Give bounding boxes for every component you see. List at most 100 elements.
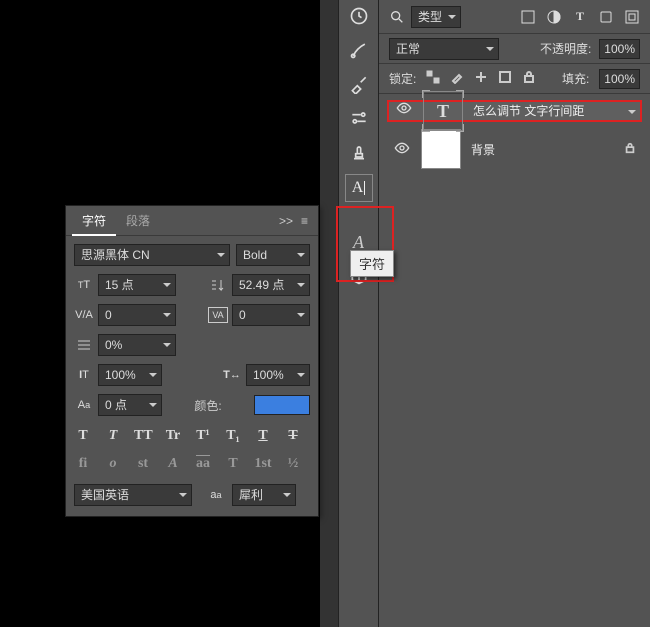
baseline-shift-input[interactable]: 0 点 [98, 394, 162, 416]
font-size-select[interactable]: 15 点 [98, 274, 176, 296]
leading-value: 52.49 点 [239, 278, 284, 292]
layer-text[interactable]: T 怎么调节 文字行间距 [387, 100, 642, 122]
baseline-shift-value: 0 点 [105, 398, 127, 412]
adjustments-icon[interactable] [347, 106, 371, 130]
leading-select[interactable]: 52.49 点 [232, 274, 310, 296]
ligature-fi-button[interactable]: fi [74, 456, 92, 472]
character-panel-icon[interactable]: A [345, 174, 373, 202]
strike-button[interactable]: T [284, 428, 302, 444]
language-value: 美国英语 [81, 488, 129, 502]
layer-name[interactable]: 怎么调节 文字行间距 [473, 101, 584, 121]
fill-value[interactable]: 100% [599, 69, 640, 89]
lock-paint-icon[interactable] [450, 70, 464, 87]
visibility-toggle[interactable] [395, 100, 413, 122]
stamp-icon[interactable] [347, 140, 371, 164]
filter-type-label: 类型 [418, 10, 442, 24]
layer-thumbnail: T [423, 91, 463, 131]
tab-paragraph[interactable]: 段落 [116, 206, 160, 236]
font-style-value: Bold [243, 248, 267, 262]
layer-thumbnail [421, 129, 461, 169]
kerning-value: 0 [105, 308, 112, 322]
brush-presets-icon[interactable] [347, 38, 371, 62]
hscale-input[interactable]: 100% [246, 364, 310, 386]
text-format-row-2: fi o st A aa T 1st ½ [74, 452, 310, 472]
filter-type-icon[interactable]: T [572, 9, 588, 25]
lock-artboard-icon[interactable] [498, 70, 512, 87]
blend-row: 正常 不透明度: 100% [379, 34, 650, 64]
filter-pixel-icon[interactable] [520, 9, 536, 25]
layers-list: T 怎么调节 文字行间距 背景 [379, 94, 650, 182]
font-style-select[interactable]: Bold [236, 244, 310, 266]
tooltip: 字符 [350, 250, 394, 277]
tracking-value: 0 [239, 308, 246, 322]
baseline-pct-value: 0% [105, 338, 122, 352]
search-icon[interactable] [389, 9, 405, 25]
layer-filter-row: 类型 T [379, 0, 650, 34]
opacity-value[interactable]: 100% [599, 39, 640, 59]
color-label: 颜色: [194, 397, 221, 414]
fraction-button[interactable]: ½ [284, 456, 302, 472]
brush-icon[interactable] [347, 72, 371, 96]
filter-shape-icon[interactable] [598, 9, 614, 25]
canvas-border [320, 0, 338, 627]
history-icon[interactable] [347, 4, 371, 28]
lock-transparent-icon[interactable] [426, 70, 440, 87]
smallcaps-button[interactable]: Tr [164, 428, 182, 444]
vscale-input[interactable]: 100% [98, 364, 162, 386]
titling-button[interactable]: T [224, 456, 242, 472]
underline-button[interactable]: T [254, 428, 272, 444]
tracking-icon: VA [208, 307, 228, 323]
language-select[interactable]: 美国英语 [74, 484, 192, 506]
color-swatch[interactable] [254, 395, 310, 415]
character-panel-tabs: 字符 段落 >> ≡ [66, 206, 318, 236]
lock-label: 锁定: [389, 70, 416, 87]
superscript-button[interactable]: T¹ [194, 428, 212, 444]
baseline-pct-icon [74, 337, 94, 353]
lock-row: 锁定: 填充: 100% [379, 64, 650, 94]
layers-panel: 类型 T 正常 不透明度: 100% 锁定: 填充: 100% T [378, 0, 650, 627]
swash-button[interactable]: A [164, 456, 182, 472]
ligature-st-button[interactable]: st [134, 456, 152, 472]
stylistic-alt-button[interactable]: aa [194, 456, 212, 472]
lock-indicator-icon[interactable] [624, 142, 636, 157]
aa-icon: aa [206, 487, 226, 503]
ordinals-button[interactable]: o [104, 456, 122, 472]
visibility-toggle[interactable] [393, 140, 411, 159]
leading-icon [208, 277, 228, 293]
layer-name[interactable]: 背景 [471, 141, 495, 158]
filter-type-icons: T [520, 9, 640, 25]
antialias-value: 犀利 [239, 488, 263, 502]
kerning-icon: V/A [74, 307, 94, 323]
font-family-select[interactable]: 思源黑体 CN [74, 244, 230, 266]
font-size-icon: TT [74, 277, 94, 293]
antialias-select[interactable]: 犀利 [232, 484, 296, 506]
kerning-select[interactable]: 0 [98, 304, 176, 326]
faux-bold-button[interactable]: T [74, 428, 92, 444]
blend-mode-value: 正常 [396, 42, 420, 56]
text-format-row-1: T T TT Tr T¹ T₁ T T [74, 424, 310, 444]
font-size-value: 15 点 [105, 278, 134, 292]
blend-mode-select[interactable]: 正常 [389, 38, 499, 60]
vscale-value: 100% [105, 368, 136, 382]
tool-palette: A A [338, 0, 378, 627]
baseline-pct-select[interactable]: 0% [98, 334, 176, 356]
faux-italic-button[interactable]: T [104, 428, 122, 444]
allcaps-button[interactable]: TT [134, 428, 152, 444]
filter-smart-icon[interactable] [624, 9, 640, 25]
collapse-button[interactable]: >> [275, 214, 297, 228]
baseline-shift-icon: Aa [74, 397, 94, 413]
opacity-label: 不透明度: [540, 40, 591, 57]
filter-adjust-icon[interactable] [546, 9, 562, 25]
hscale-icon: T↔ [222, 367, 242, 383]
tab-character[interactable]: 字符 [72, 206, 116, 236]
character-panel: 字符 段落 >> ≡ 思源黑体 CN Bold TT15 点 52.49 点 V… [65, 205, 319, 517]
subscript-button[interactable]: T₁ [224, 428, 242, 444]
filter-type-select[interactable]: 类型 [411, 6, 461, 28]
lock-position-icon[interactable] [474, 70, 488, 87]
fill-label: 填充: [562, 70, 589, 87]
tracking-select[interactable]: 0 [232, 304, 310, 326]
panel-menu-icon[interactable]: ≡ [297, 214, 312, 228]
font-family-value: 思源黑体 CN [81, 248, 150, 262]
ordinal-1st-button[interactable]: 1st [254, 456, 272, 472]
lock-all-icon[interactable] [522, 70, 536, 87]
